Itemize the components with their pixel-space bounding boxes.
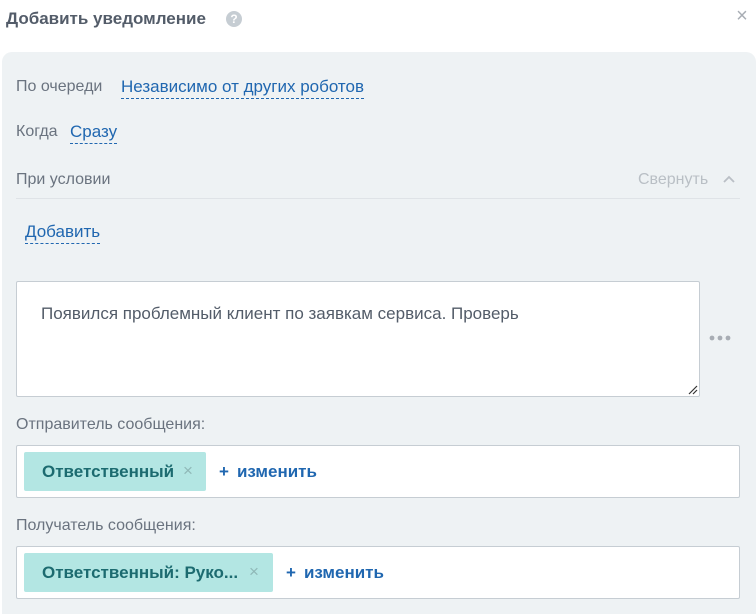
sender-field[interactable]: Ответственный × + изменить (16, 445, 740, 498)
sender-chip: Ответственный × (24, 452, 206, 491)
add-condition-button[interactable]: Добавить (25, 221, 101, 244)
change-sender-button[interactable]: + изменить (219, 462, 317, 482)
remove-recipient-icon[interactable]: × (249, 562, 259, 582)
resize-handle-icon[interactable] (686, 383, 698, 395)
change-recipient-label: изменить (303, 563, 384, 582)
condition-divider (16, 198, 740, 199)
message-textarea[interactable]: Появился проблемный клиент по заявкам се… (16, 281, 700, 397)
chevron-up-icon[interactable] (722, 172, 736, 186)
sender-label: Отправитель сообщения: (16, 416, 206, 433)
close-icon[interactable]: × (734, 6, 750, 26)
help-icon[interactable]: ? (226, 11, 242, 27)
condition-label: При условии (16, 171, 111, 188)
dialog-header: Добавить уведомление ? × (0, 0, 756, 52)
remove-sender-icon[interactable]: × (183, 461, 193, 481)
queue-selector[interactable]: Независимо от других роботов (121, 76, 364, 99)
recipient-chip: Ответственный: Руко... × (24, 553, 273, 592)
change-sender-label: изменить (236, 462, 317, 481)
recipient-chip-label: Ответственный: Руко... (42, 563, 239, 582)
queue-label: По очереди (16, 78, 103, 95)
recipient-field[interactable]: Ответственный: Руко... × + изменить (16, 546, 740, 599)
dialog-body: По очереди Независимо от других роботов … (2, 52, 756, 614)
collapse-button[interactable]: Свернуть (638, 171, 708, 189)
more-options-icon[interactable] (708, 334, 732, 342)
recipient-label: Получатель сообщения: (16, 517, 196, 534)
when-label: Когда (16, 123, 58, 140)
message-text: Появился проблемный клиент по заявкам се… (41, 304, 519, 323)
when-selector[interactable]: Сразу (70, 121, 118, 144)
change-recipient-button[interactable]: + изменить (286, 563, 384, 583)
dialog-title: Добавить уведомление (6, 9, 206, 28)
plus-icon: + (219, 462, 229, 481)
sender-chip-label: Ответственный (42, 462, 175, 481)
plus-icon: + (286, 563, 296, 582)
